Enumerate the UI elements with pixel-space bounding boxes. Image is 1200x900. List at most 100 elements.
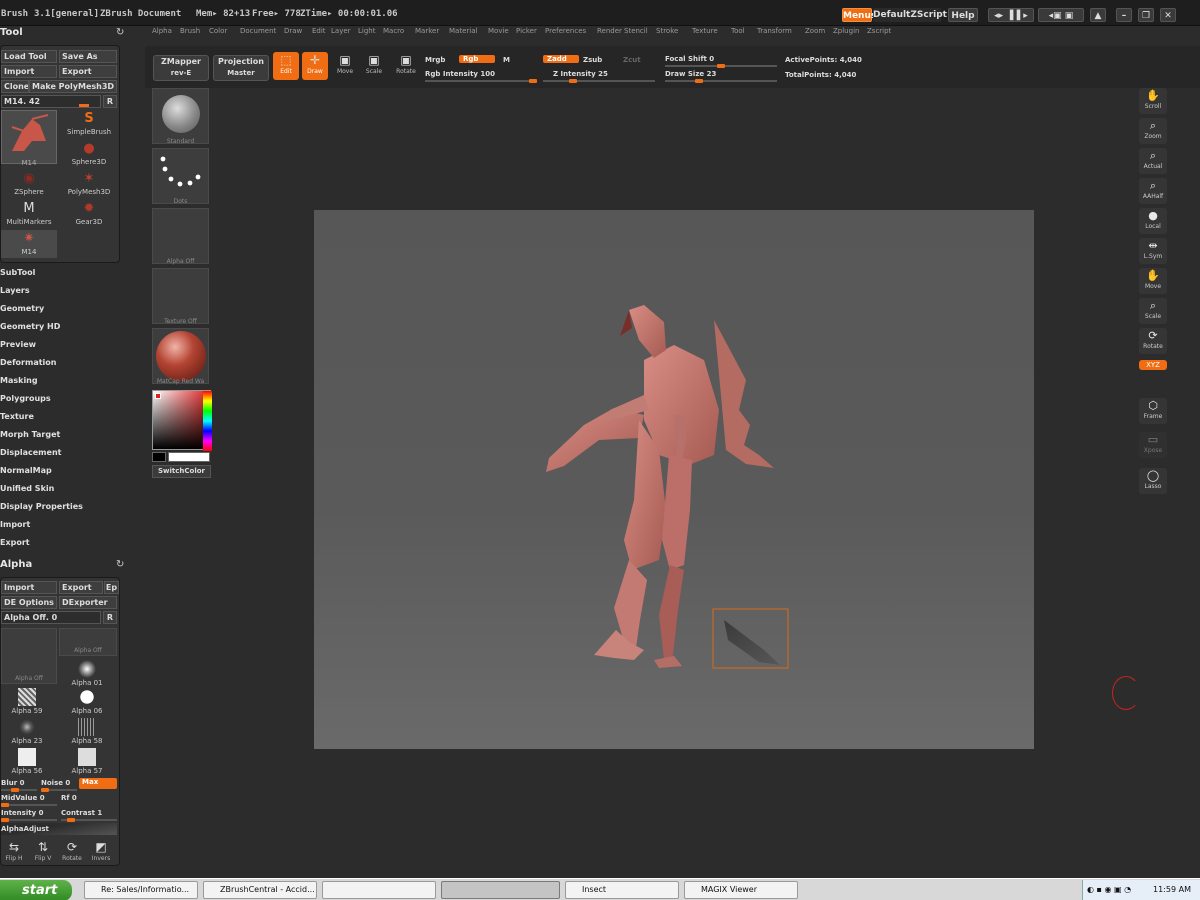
max-button[interactable]: Max: [79, 778, 117, 789]
move-button[interactable]: ▣ Move: [332, 52, 358, 80]
task-zbrush-1[interactable]: [322, 881, 436, 899]
menu-layer[interactable]: Layer: [331, 27, 351, 35]
alpha-06-thumb[interactable]: Alpha 06: [65, 688, 109, 715]
midvalue-knob[interactable]: [1, 803, 9, 807]
alpha-off-slot[interactable]: Alpha Off: [59, 628, 117, 656]
shelf-local-button[interactable]: ● Local: [1139, 208, 1167, 234]
tool-thumb-main[interactable]: M14: [1, 110, 57, 167]
menu-stencil[interactable]: Stencil: [624, 27, 648, 35]
alpha-preview-large[interactable]: Alpha Off: [1, 628, 57, 684]
focal-shift-slider[interactable]: [665, 64, 777, 68]
secondary-color-swatch[interactable]: [152, 452, 166, 462]
rgb-intensity-knob[interactable]: [529, 79, 537, 83]
palette-masking[interactable]: Masking: [0, 376, 38, 385]
m-button[interactable]: M: [503, 56, 510, 64]
shelf-xyz-button[interactable]: XYZ: [1139, 360, 1167, 370]
alpha-ep-button[interactable]: Ep: [104, 581, 119, 594]
alphaadjust-curve[interactable]: AlphaAdjust: [1, 823, 117, 835]
zadd-button[interactable]: Zadd: [543, 55, 579, 63]
noise-label[interactable]: Noise 0: [41, 779, 70, 787]
menu-transform[interactable]: Transform: [757, 27, 792, 35]
rf-label[interactable]: Rf 0: [61, 794, 77, 802]
menu-marker[interactable]: Marker: [415, 27, 439, 35]
r-button[interactable]: R: [103, 95, 117, 108]
default-zscript-button[interactable]: DefaultZScript: [873, 8, 947, 22]
shelf-xpose-button[interactable]: ▭ Xpose: [1139, 432, 1167, 458]
menu-draw[interactable]: Draw: [284, 27, 302, 35]
rgb-intensity-slider[interactable]: [425, 79, 537, 83]
palette-normalmap[interactable]: NormalMap: [0, 466, 52, 475]
mrgb-button[interactable]: Mrgb: [425, 56, 445, 64]
blur-label[interactable]: Blur 0: [1, 779, 24, 787]
palette-texture[interactable]: Texture: [0, 412, 34, 421]
draw-size-slider[interactable]: [665, 79, 777, 83]
tool-thumb-zsphere[interactable]: ◉ ZSphere: [1, 170, 57, 198]
save-as-button[interactable]: Save As: [59, 50, 117, 63]
tool-thumb-multimarkers[interactable]: M MultiMarkers: [1, 200, 57, 228]
invers-button[interactable]: ◩ Invers: [88, 839, 114, 867]
menu-texture[interactable]: Texture: [692, 27, 718, 35]
dexporter-button[interactable]: DExporter: [59, 596, 117, 609]
palette-display-properties[interactable]: Display Properties: [0, 502, 83, 511]
menu-stroke[interactable]: Stroke: [656, 27, 678, 35]
menu-edit[interactable]: Edit: [312, 27, 326, 35]
shelf-scroll-button[interactable]: ✋ Scroll: [1139, 88, 1167, 114]
shelf-scale-button[interactable]: ⌕ Scale: [1139, 298, 1167, 324]
menus-button[interactable]: Menus: [842, 8, 876, 22]
menu-tool[interactable]: Tool: [731, 27, 745, 35]
menu-macro[interactable]: Macro: [383, 27, 404, 35]
restore-icon[interactable]: ❐: [1138, 8, 1154, 22]
scale-button[interactable]: ▣ Scale: [361, 52, 387, 80]
menu-document[interactable]: Document: [240, 27, 276, 35]
tool-thumb-m14-small[interactable]: ✷ M14: [1, 230, 57, 258]
draw-size-knob[interactable]: [695, 79, 703, 83]
flip-h-button[interactable]: ⇆ Flip H: [1, 839, 27, 867]
shelf-move-button[interactable]: ✋ Move: [1139, 268, 1167, 294]
insect-model[interactable]: [314, 210, 1034, 749]
alpha-01-thumb[interactable]: Alpha 01: [65, 660, 109, 687]
shelf-lasso-button[interactable]: ◯ Lasso: [1139, 468, 1167, 494]
shelf-rotate-button[interactable]: ⟳ Rotate: [1139, 328, 1167, 354]
start-button[interactable]: start: [0, 880, 72, 900]
alpha-59-thumb[interactable]: Alpha 59: [5, 688, 49, 715]
palette-export[interactable]: Export: [0, 538, 30, 547]
zsub-button[interactable]: Zsub: [583, 56, 602, 64]
task-insect-folder[interactable]: Insect: [565, 881, 679, 899]
standard-brush-slot[interactable]: [152, 88, 209, 144]
palette-geometry-hd[interactable]: Geometry HD: [0, 322, 60, 331]
rgb-button[interactable]: Rgb: [459, 55, 495, 63]
make-polymesh-button[interactable]: Make PolyMesh3D: [29, 80, 117, 93]
tool-panel-header[interactable]: Tool ↻: [0, 26, 130, 42]
alpha-panel-header[interactable]: Alpha ↻: [0, 558, 130, 574]
matcap-slot[interactable]: [152, 328, 209, 384]
clone-button[interactable]: Clone: [1, 80, 29, 93]
layout-windows-icon[interactable]: ◂▣ ▣: [1038, 8, 1084, 22]
hue-strip[interactable]: [203, 391, 212, 451]
palette-subtool[interactable]: SubTool: [0, 268, 35, 277]
zcut-button[interactable]: Zcut: [623, 56, 641, 64]
close-icon[interactable]: ✕: [1160, 8, 1176, 22]
edit-button[interactable]: ⬚ Edit: [273, 52, 299, 80]
palette-geometry[interactable]: Geometry: [0, 304, 44, 313]
z-intensity-slider[interactable]: [543, 79, 655, 83]
alpha-r-button[interactable]: R: [103, 611, 117, 624]
task-zbrush-2[interactable]: [441, 881, 560, 899]
alpha-rotate-button[interactable]: ⟳ Rotate: [59, 839, 85, 867]
tray-icons[interactable]: ◐ ▪ ◉ ▣ ◔: [1087, 880, 1131, 900]
document-canvas[interactable]: [314, 210, 1034, 749]
tray-clock[interactable]: 11:59 AM: [1153, 880, 1191, 900]
current-tool-knob[interactable]: [79, 104, 89, 107]
alpha-56-thumb[interactable]: Alpha 56: [5, 748, 49, 775]
palette-polygroups[interactable]: Polygroups: [0, 394, 51, 403]
alpha-import-button[interactable]: Import: [1, 581, 57, 594]
help-button[interactable]: Help: [948, 8, 978, 22]
shelf-actual-button[interactable]: ⌕ Actual: [1139, 148, 1167, 174]
menu-alpha[interactable]: Alpha: [152, 27, 172, 35]
shelf-aahalf-button[interactable]: ⌕ AAHalf: [1139, 178, 1167, 204]
palette-layers[interactable]: Layers: [0, 286, 30, 295]
palette-morph-target[interactable]: Morph Target: [0, 430, 60, 439]
alpha-export-button[interactable]: Export: [59, 581, 103, 594]
alpha-57-thumb[interactable]: Alpha 57: [65, 748, 109, 775]
noise-slider[interactable]: [41, 788, 77, 792]
tool-thumb-polymesh3d[interactable]: ✶ PolyMesh3D: [61, 170, 117, 198]
